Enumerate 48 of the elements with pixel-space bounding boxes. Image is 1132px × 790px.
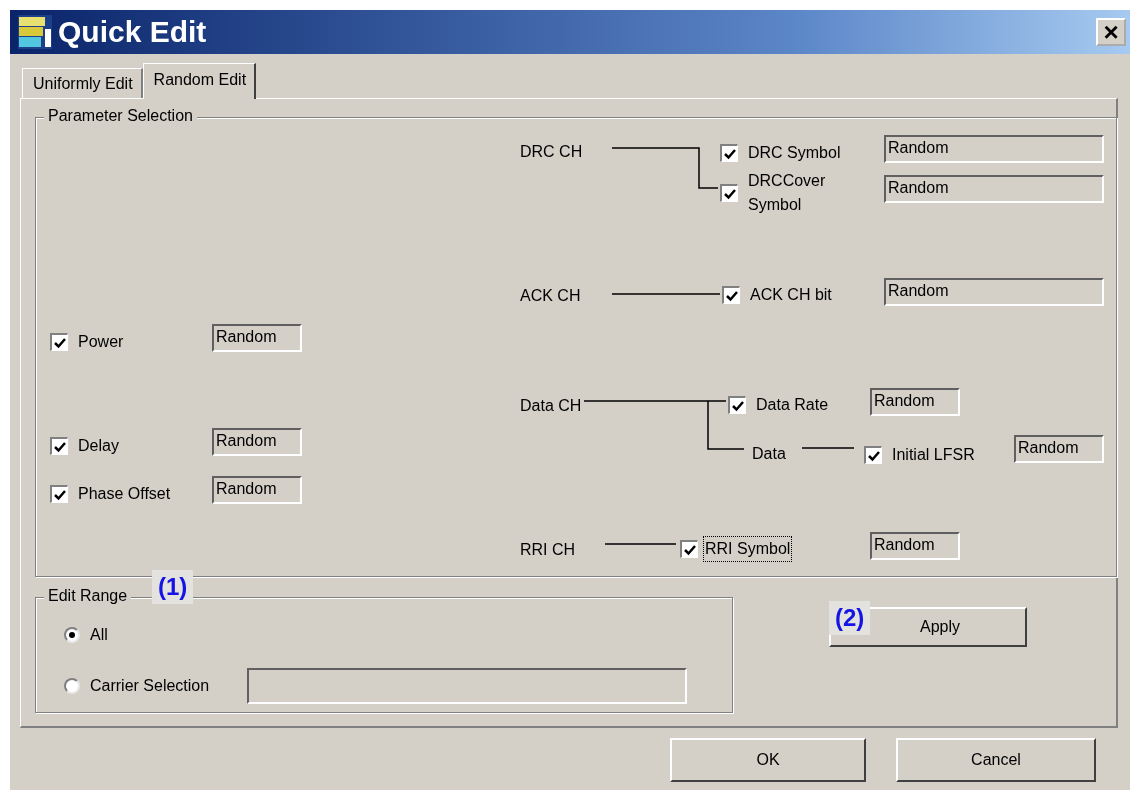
checkbox[interactable] [728, 396, 746, 414]
checkbox-label: RRI Symbol [704, 537, 792, 561]
checkbox[interactable] [50, 485, 68, 503]
value-field[interactable]: Random [870, 388, 960, 416]
checkbox[interactable] [720, 184, 738, 202]
value-field[interactable]: Random [212, 476, 302, 504]
tab[interactable]: Uniformly Edit [22, 68, 143, 98]
value-field[interactable]: Random [884, 135, 1104, 163]
radio-button[interactable] [64, 678, 80, 694]
value-field[interactable]: Random [870, 532, 960, 560]
checkbox[interactable] [864, 446, 882, 464]
group-title: Edit Range [44, 587, 132, 605]
close-button[interactable]: × [1096, 18, 1126, 46]
radio-button[interactable] [64, 627, 80, 643]
cancel-button[interactable]: Cancel [896, 738, 1096, 782]
checkbox-label: Power [78, 333, 124, 351]
radio-label: All [90, 626, 108, 644]
window-title: Quick Edit [58, 15, 208, 49]
radio-label: Carrier Selection [90, 677, 210, 695]
callout-tooltip: (2) [829, 601, 871, 635]
app-icon [18, 15, 52, 49]
channel-label: DRC CH [520, 143, 583, 161]
connector-line [801, 447, 855, 449]
checkbox[interactable] [680, 540, 698, 558]
value-field[interactable]: Random [212, 428, 302, 456]
checkbox-label: Data Rate [756, 396, 829, 414]
node-label: Data [752, 445, 786, 463]
checkbox[interactable] [722, 286, 740, 304]
checkbox[interactable] [50, 437, 68, 455]
value-field[interactable]: Random [884, 278, 1104, 306]
channel-label: Data CH [520, 397, 582, 415]
annotation-label: (1) [152, 570, 194, 604]
checkbox-label: Phase Offset [78, 485, 171, 503]
checkbox-label: Initial LFSR [892, 446, 975, 464]
ok-button[interactable]: OK [670, 738, 866, 782]
value-field[interactable]: Random [212, 324, 302, 352]
carrier-field[interactable] [247, 668, 688, 704]
checkbox[interactable] [720, 144, 738, 162]
checkbox[interactable] [50, 333, 68, 351]
value-field[interactable]: Random [1014, 435, 1104, 463]
channel-label: RRI CH [520, 541, 576, 559]
value-field[interactable]: Random [884, 175, 1104, 203]
checkbox-label: DRC Symbol [748, 144, 841, 162]
checkbox-label: DRCCover Symbol [748, 171, 827, 215]
channel-label: ACK CH [520, 287, 581, 305]
tab[interactable]: Random Edit [142, 63, 257, 99]
checkbox-label: Delay [78, 437, 119, 455]
checkbox-label: ACK CH bit [750, 286, 832, 304]
